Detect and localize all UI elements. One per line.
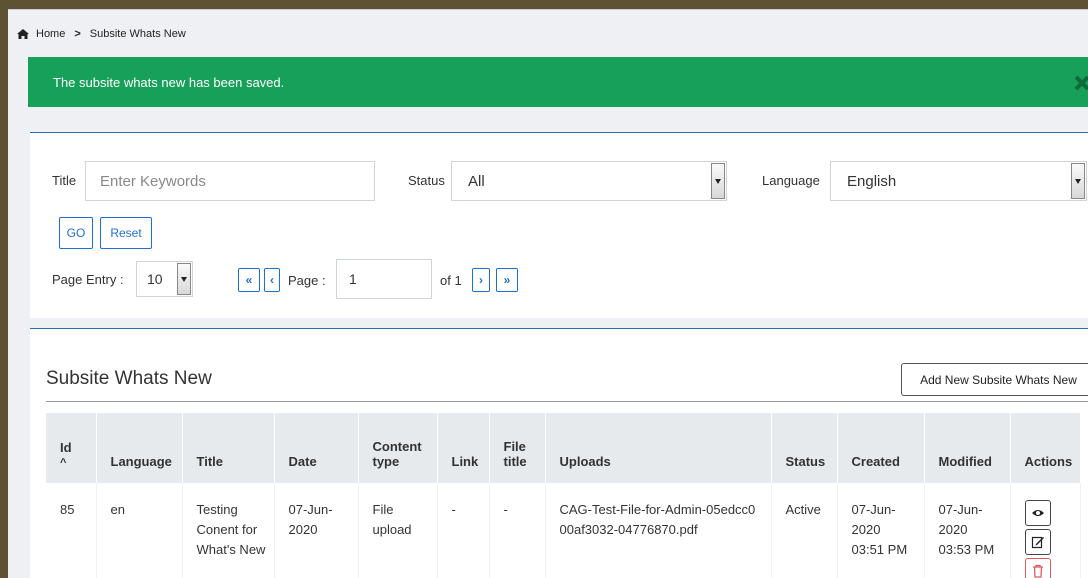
first-page-button[interactable]: « (238, 268, 260, 292)
title-divider (46, 401, 1088, 402)
column-header-date[interactable]: Date (274, 413, 359, 483)
cell-created: 07-Jun-2020 03:51 PM (837, 483, 925, 578)
cell-id: 85 (46, 483, 97, 578)
column-header-content-type[interactable]: Content type (358, 413, 438, 483)
status-select[interactable]: All (451, 161, 727, 201)
delete-button[interactable] (1024, 558, 1051, 578)
cell-file-title: - (489, 483, 546, 578)
language-select-value: English (847, 172, 897, 190)
breadcrumb-home-link[interactable]: Home (36, 28, 65, 40)
language-filter-label: Language (762, 173, 820, 188)
table-row: 85 en Testing Conent for What's New 07-J… (46, 483, 1081, 578)
top-divider (8, 9, 1088, 10)
page-entry-select[interactable]: 10 (136, 261, 193, 297)
go-button[interactable]: GO (59, 217, 93, 249)
list-title: Subsite Whats New (46, 368, 212, 389)
breadcrumb-current: Subsite Whats New (89, 28, 186, 40)
cell-modified: 07-Jun-2020 03:53 PM (924, 483, 1011, 578)
whats-new-table: Id ^ Language Title Date Content type Li… (46, 413, 1081, 578)
column-header-link[interactable]: Link (437, 413, 490, 483)
cell-status: Active (771, 483, 838, 578)
prev-page-button[interactable]: ‹ (264, 268, 280, 292)
home-icon[interactable] (16, 28, 30, 40)
page-total-label: of 1 (440, 273, 462, 288)
date-value: 07-Jun-2020 (288, 502, 333, 537)
breadcrumb-separator: > (74, 28, 81, 40)
trash-icon (1032, 564, 1043, 578)
chevron-down-icon[interactable] (711, 163, 725, 199)
filter-panel: Title Enter Keywords Status All Language… (30, 132, 1088, 318)
id-header-label: Id (60, 440, 72, 455)
cell-link: - (437, 483, 490, 578)
chevron-down-icon[interactable] (177, 263, 191, 295)
last-page-button[interactable]: » (496, 268, 518, 292)
page-entry-value: 10 (147, 271, 163, 287)
edit-button[interactable] (1024, 529, 1051, 555)
cell-actions (1010, 483, 1081, 578)
created-value: 07-Jun-2020 03:51 PM (851, 502, 908, 557)
file-title-header-label: File title (503, 439, 527, 469)
edit-icon (1031, 536, 1044, 549)
alert-message: The subsite whats new has been saved. (53, 74, 285, 90)
content-type-header-label: Content type (372, 439, 422, 469)
column-header-status[interactable]: Status (771, 413, 838, 483)
add-new-button[interactable]: Add New Subsite Whats New (901, 363, 1088, 396)
language-select[interactable]: English (830, 161, 1087, 201)
column-header-id[interactable]: Id ^ (46, 413, 97, 483)
column-header-title[interactable]: Title (182, 413, 275, 483)
page-frame: Home > Subsite Whats New The subsite wha… (8, 9, 1088, 578)
status-filter-label: Status (408, 173, 445, 188)
page-entry-label: Page Entry : (52, 272, 124, 287)
column-header-language[interactable]: Language (96, 413, 183, 483)
status-select-value: All (468, 172, 485, 190)
eye-icon (1031, 510, 1044, 516)
close-icon[interactable] (1074, 75, 1088, 91)
column-header-actions: Actions (1010, 413, 1081, 483)
title-search-input[interactable]: Enter Keywords (85, 161, 375, 201)
content-type-value: File upload (372, 502, 412, 537)
column-header-file-title[interactable]: File title (489, 413, 546, 483)
chevron-down-icon[interactable] (1071, 163, 1085, 199)
cell-uploads: CAG-Test-File-for-Admin-05edcc000af3032-… (545, 483, 772, 578)
cell-content-type: File upload (358, 483, 438, 578)
page-label: Page : (288, 273, 326, 288)
cell-language: en (96, 483, 183, 578)
sort-asc-icon[interactable]: ^ (60, 457, 96, 469)
view-button[interactable] (1024, 500, 1051, 526)
modified-value: 07-Jun-2020 03:53 PM (938, 502, 995, 557)
next-page-button[interactable]: › (472, 268, 490, 292)
cell-title: Testing Conent for What's New (182, 483, 275, 578)
success-alert: The subsite whats new has been saved. (28, 57, 1088, 107)
cell-date: 07-Jun-2020 (274, 483, 359, 578)
title-filter-label: Title (52, 173, 77, 188)
list-panel: Subsite Whats New Add New Subsite Whats … (30, 328, 1088, 578)
table-header-row: Id ^ Language Title Date Content type Li… (46, 413, 1081, 483)
column-header-uploads[interactable]: Uploads (545, 413, 772, 483)
column-header-created[interactable]: Created (837, 413, 925, 483)
column-header-modified[interactable]: Modified (924, 413, 1011, 483)
page-number-input[interactable]: 1 (336, 259, 432, 299)
uploads-value: CAG-Test-File-for-Admin-05edcc000af3032-… (559, 502, 756, 537)
breadcrumb: Home > Subsite Whats New (16, 25, 186, 43)
reset-button[interactable]: Reset (100, 217, 152, 249)
